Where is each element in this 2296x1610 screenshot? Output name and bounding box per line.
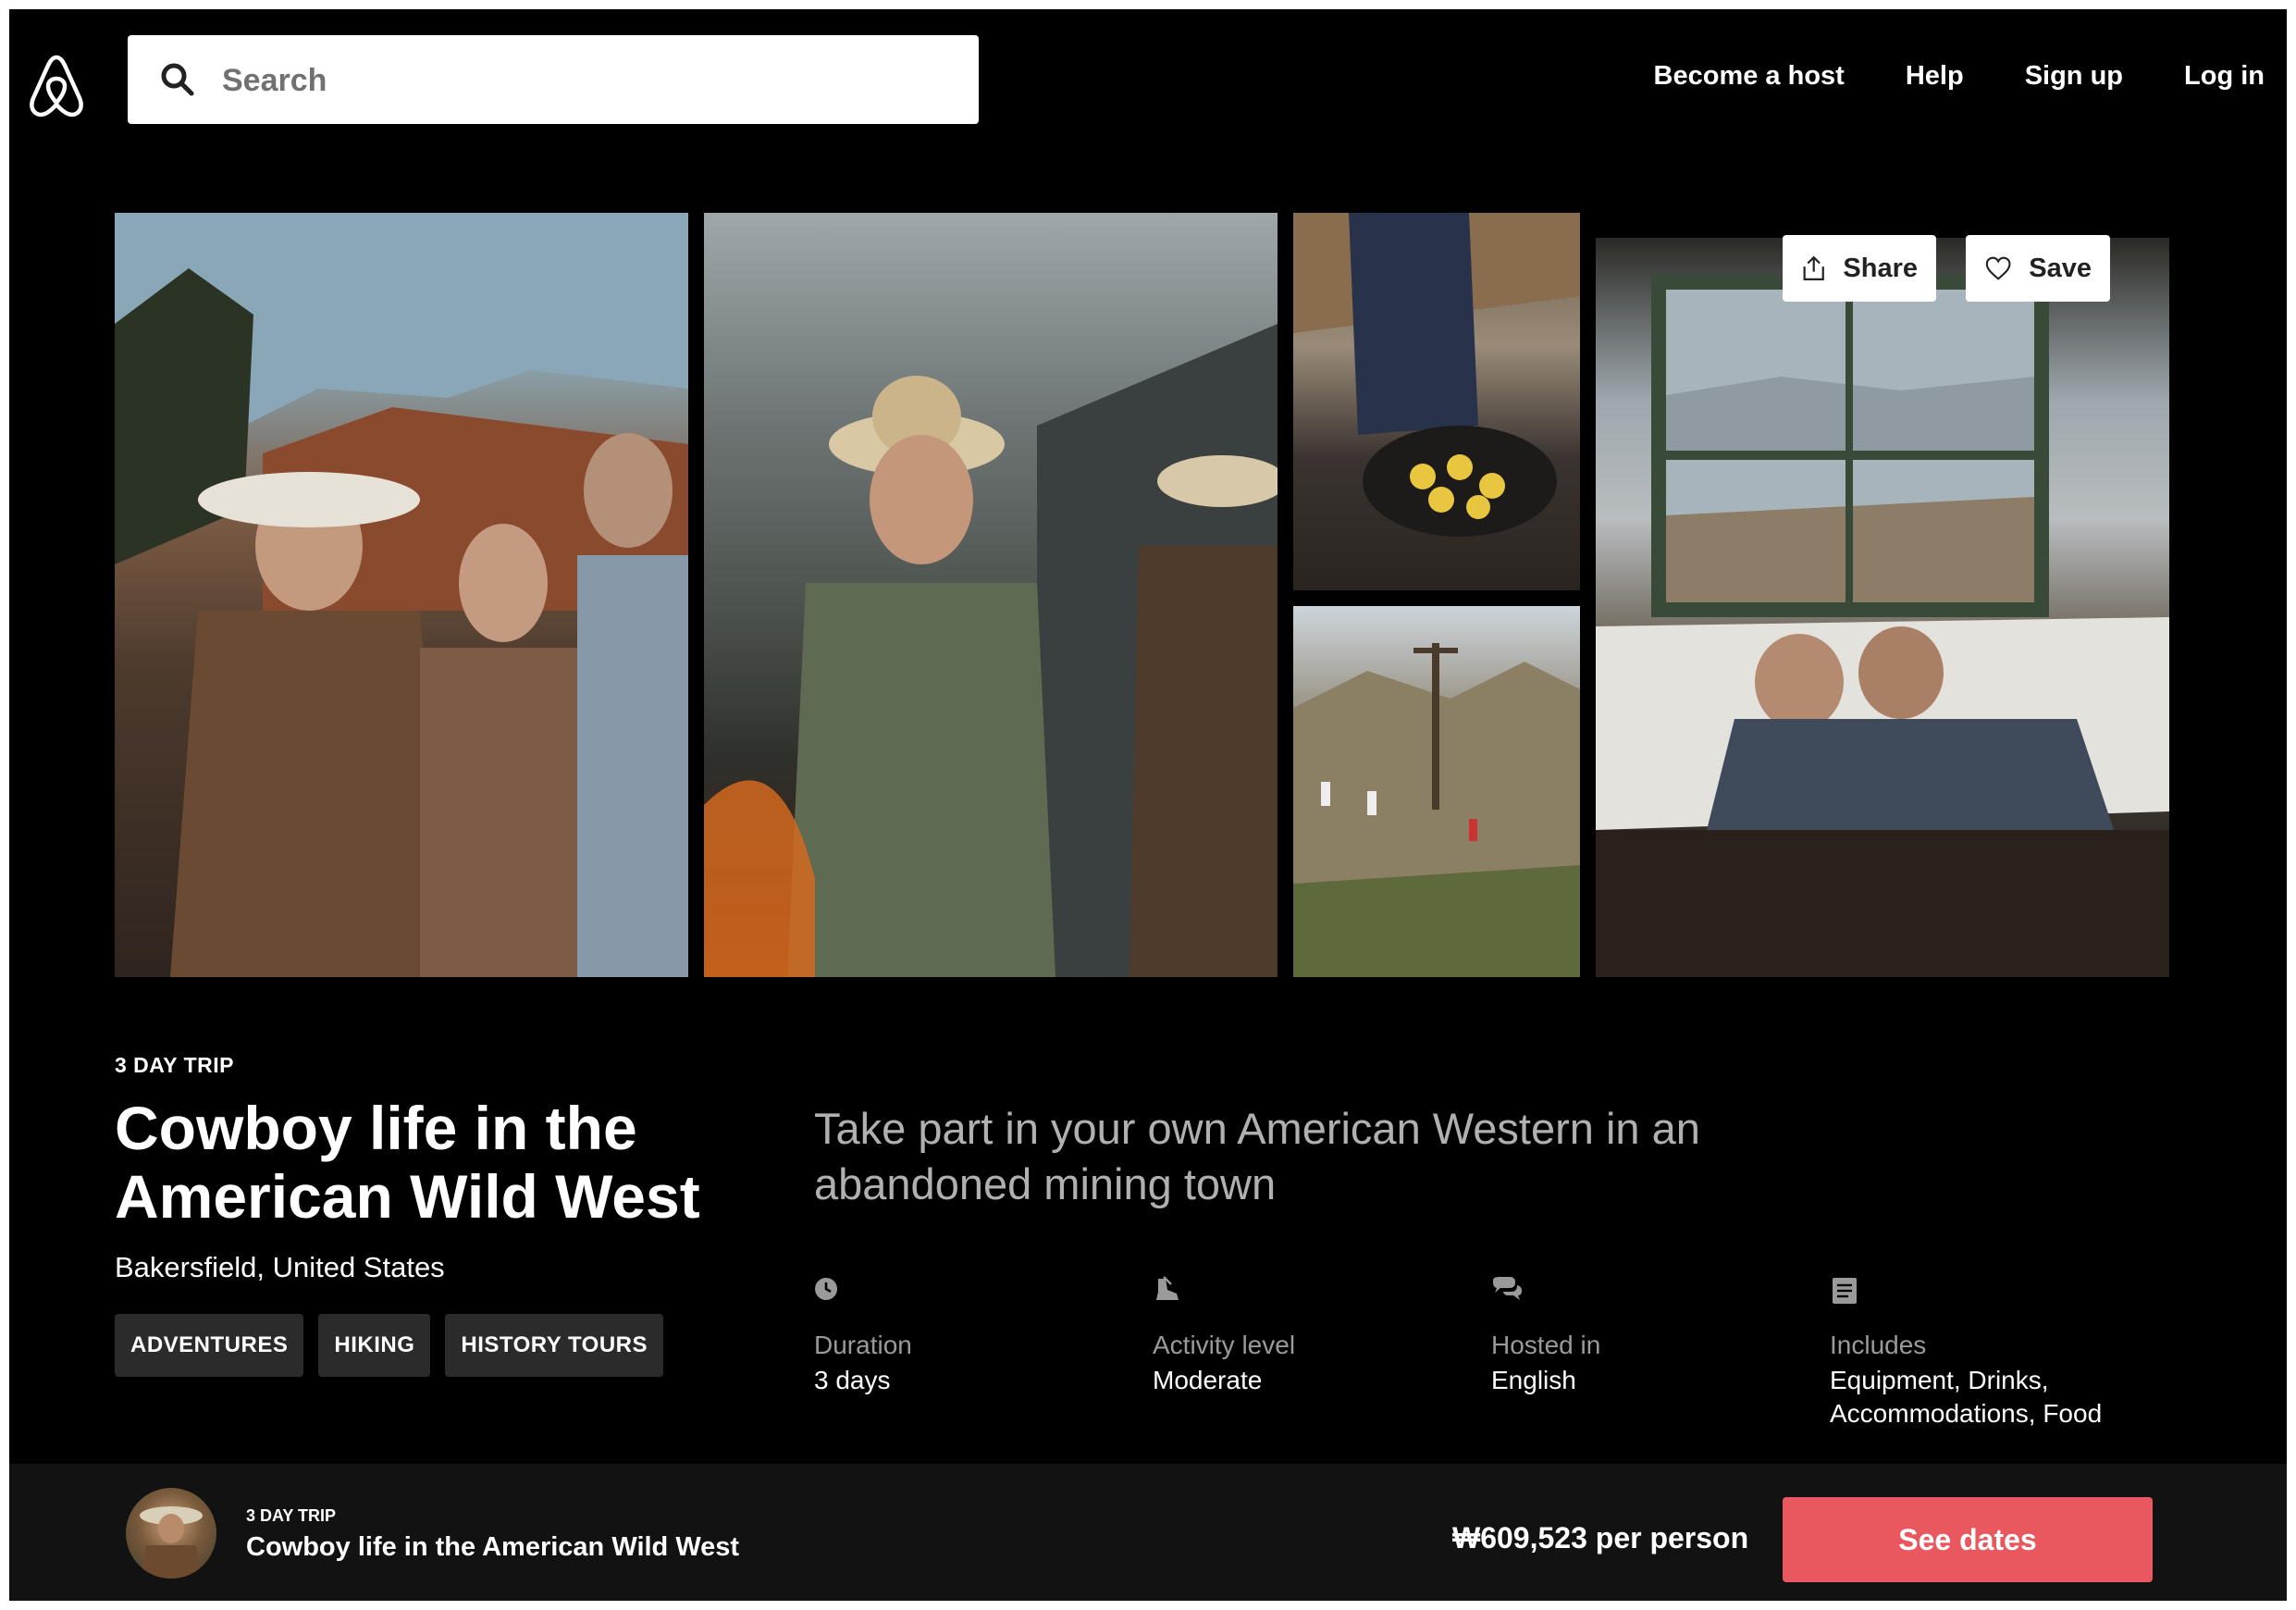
gallery-photo-skillet-eggs[interactable] xyxy=(1293,213,1580,590)
gallery-photo-cowboy-campfire[interactable] xyxy=(704,213,1278,977)
tag-adventures[interactable]: ADVENTURES xyxy=(115,1314,304,1377)
fact-includes: Includes Equipment, Drinks, Accommodatio… xyxy=(1830,1275,2144,1428)
trip-kicker: 3 DAY TRIP xyxy=(115,1053,234,1077)
save-button[interactable]: Save xyxy=(1966,235,2110,302)
save-label: Save xyxy=(2029,253,2092,283)
fact-activity-level: Activity level Moderate xyxy=(1153,1275,1467,1394)
booking-bar: 3 DAY TRIP Cowboy life in the American W… xyxy=(9,1464,2287,1601)
gallery-photo-cabin-window[interactable] xyxy=(1596,238,2169,977)
fact-value: 3 days xyxy=(814,1366,891,1394)
nav-sign-up[interactable]: Sign up xyxy=(2025,61,2123,92)
gallery-photo-mining-hike[interactable] xyxy=(1293,606,1580,977)
search-input[interactable] xyxy=(220,52,945,109)
nav-help[interactable]: Help xyxy=(1906,61,1964,92)
search-icon xyxy=(161,63,194,96)
tagline: Take part in your own American Western i… xyxy=(814,1104,1700,1208)
gallery-photo-cowboy-group[interactable] xyxy=(115,213,688,977)
list-icon xyxy=(1833,1278,1857,1304)
clock-icon xyxy=(815,1278,837,1300)
tag-history-tours[interactable]: HISTORY TOURS xyxy=(445,1314,664,1377)
tag-hiking[interactable]: HIKING xyxy=(318,1314,431,1377)
page-title: Cowboy life in the American Wild West xyxy=(115,1094,700,1231)
share-icon xyxy=(1803,255,1824,280)
nav-log-in[interactable]: Log in xyxy=(2184,61,2265,92)
fact-label: Includes xyxy=(1830,1331,1927,1359)
heart-icon xyxy=(1985,256,2011,280)
page: Become a host Help Sign up Log in xyxy=(9,9,2287,1601)
fact-value: English xyxy=(1491,1366,1576,1394)
fact-hosted-in: Hosted in English xyxy=(1491,1275,1806,1394)
see-dates-button[interactable]: See dates xyxy=(1783,1497,2153,1582)
booking-bar-kicker: 3 DAY TRIP xyxy=(246,1506,337,1525)
top-nav: Become a host Help Sign up Log in xyxy=(1654,61,2265,92)
fact-value: Equipment, Drinks, Accommodations, Food xyxy=(1830,1366,2103,1428)
share-button[interactable]: Share xyxy=(1783,235,1936,302)
booking-bar-title: Cowboy life in the American Wild West xyxy=(246,1532,740,1562)
fact-duration: Duration 3 days xyxy=(814,1275,1129,1394)
hiking-boot-icon xyxy=(1156,1276,1179,1300)
chat-bubbles-icon xyxy=(1493,1277,1522,1300)
airbnb-logo-icon[interactable] xyxy=(28,54,85,118)
search-bar[interactable] xyxy=(128,35,979,124)
fact-label: Hosted in xyxy=(1491,1331,1601,1359)
fact-label: Activity level xyxy=(1153,1331,1296,1359)
location-text: Bakersfield, United States xyxy=(115,1251,445,1283)
price-per-person: ₩609,523 per person xyxy=(1452,1521,1749,1554)
fact-label: Duration xyxy=(814,1331,912,1359)
category-tags: ADVENTURES HIKING HISTORY TOURS xyxy=(115,1314,664,1377)
host-avatar[interactable] xyxy=(126,1488,216,1579)
nav-become-host[interactable]: Become a host xyxy=(1654,61,1845,92)
fact-value: Moderate xyxy=(1153,1366,1263,1394)
share-label: Share xyxy=(1843,253,1918,283)
